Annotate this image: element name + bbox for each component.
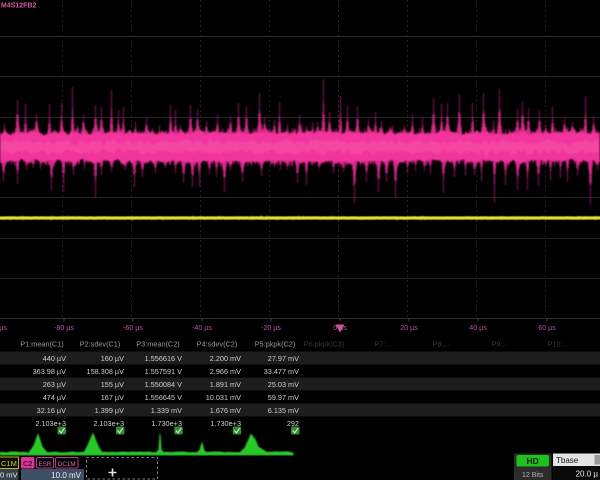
svg-text:1.676 mV: 1.676 mV	[210, 406, 241, 415]
svg-text:Tbase: Tbase	[556, 456, 579, 465]
svg-text:C2: C2	[23, 459, 33, 468]
svg-text:59.97 mV: 59.97 mV	[268, 393, 299, 402]
svg-text:33.477 mV: 33.477 mV	[264, 367, 299, 376]
svg-text:10.0 mV: 10.0 mV	[51, 471, 81, 480]
svg-text:2.966 mV: 2.966 mV	[210, 367, 241, 376]
svg-text:P5:pkpk(C2): P5:pkpk(C2)	[255, 340, 296, 349]
svg-text:M4S12FB2: M4S12FB2	[1, 3, 37, 10]
svg-text:P9:...: P9:...	[491, 340, 508, 349]
svg-text:P8:...: P8:...	[432, 340, 449, 349]
svg-text:P7:...: P7:...	[374, 340, 391, 349]
svg-text:12 Bits: 12 Bits	[522, 472, 544, 479]
svg-text:P4:sdev(C2): P4:sdev(C2)	[197, 340, 238, 349]
svg-text:-60 µs: -60 µs	[123, 324, 143, 332]
svg-text:P2:sdev(C1): P2:sdev(C1)	[80, 340, 121, 349]
svg-text:-80 µs: -80 µs	[54, 324, 74, 332]
svg-text:HD: HD	[527, 456, 539, 466]
svg-text:263 µV: 263 µV	[43, 380, 66, 389]
svg-text:P6:pkpk(C3): P6:pkpk(C3)	[304, 340, 345, 349]
svg-text:40 µs: 40 µs	[469, 324, 487, 332]
svg-text:P3:mean(C2): P3:mean(C2)	[136, 340, 179, 349]
svg-text:-20 µs: -20 µs	[261, 324, 281, 332]
svg-text:20.0 µ: 20.0 µ	[576, 470, 599, 479]
svg-text:363.98 µV: 363.98 µV	[33, 367, 67, 376]
svg-text:2.200 mV: 2.200 mV	[210, 354, 241, 363]
svg-text:-40 µs: -40 µs	[192, 324, 212, 332]
svg-text:440 µV: 440 µV	[43, 354, 66, 363]
svg-text:25.03 mV: 25.03 mV	[268, 380, 299, 389]
svg-text:27.97 mV: 27.97 mV	[268, 354, 299, 363]
svg-text:1.557591 V: 1.557591 V	[145, 367, 182, 376]
svg-text:1.891 mV: 1.891 mV	[210, 380, 241, 389]
svg-text:C1M: C1M	[1, 459, 17, 468]
svg-text:1.556616 V: 1.556616 V	[145, 354, 182, 363]
svg-text:60 µs: 60 µs	[538, 324, 556, 332]
svg-text:ESR: ESR	[39, 461, 52, 468]
svg-text:158.308 µV: 158.308 µV	[87, 367, 125, 376]
svg-text:474 µV: 474 µV	[43, 393, 66, 402]
svg-text:32.16 µV: 32.16 µV	[37, 406, 66, 415]
svg-text:P10:...: P10:...	[547, 340, 568, 349]
svg-text:10.031 mV: 10.031 mV	[206, 393, 241, 402]
svg-text:1.399 µV: 1.399 µV	[95, 406, 124, 415]
svg-text:167 µV: 167 µV	[101, 393, 124, 402]
svg-text:1.339 mV: 1.339 mV	[151, 406, 182, 415]
svg-text:1.556645 V: 1.556645 V	[145, 393, 182, 402]
svg-text:160 µV: 160 µV	[101, 354, 124, 363]
svg-text:6.135 mV: 6.135 mV	[268, 406, 299, 415]
svg-text:-100 µs: -100 µs	[0, 324, 7, 332]
svg-text:P1:mean(C1): P1:mean(C1)	[20, 340, 63, 349]
svg-text:1.550084 V: 1.550084 V	[145, 380, 182, 389]
svg-text:0 mV: 0 mV	[0, 471, 18, 480]
svg-text:20 µs: 20 µs	[400, 324, 418, 332]
svg-text:DC1M: DC1M	[58, 461, 76, 468]
svg-text:155 µV: 155 µV	[101, 380, 124, 389]
